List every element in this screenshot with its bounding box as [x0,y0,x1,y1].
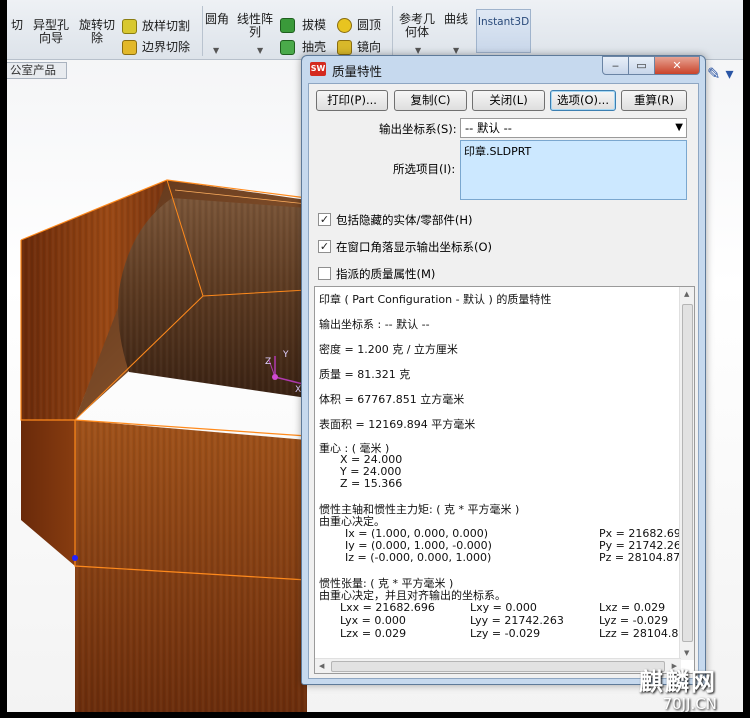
scroll-up-icon[interactable]: ▲ [684,290,689,298]
lxx-value: Lxx = 21682.696 [340,601,435,614]
draft-icon [280,18,295,33]
curves-button[interactable]: 曲线 [444,13,468,26]
shell-icon [280,40,295,55]
horizontal-scrollbar[interactable]: ◀ ▶ [315,658,681,673]
mirror-button[interactable]: 镜向 [357,41,381,54]
results-heading: 印章 ( Part Configuration - 默认 ) 的质量特性 [319,293,552,306]
loft-cut-icon [122,19,137,34]
watermark-url: 70JJ.CN [662,695,717,712]
show-coord-checkbox[interactable]: ✓ [318,240,331,253]
assigned-mass-label: 指派的质量属性(M) [336,267,436,281]
reference-geometry-button[interactable]: 参考几 何体 [399,13,435,39]
output-coord-label: 输出坐标系(S): [379,122,457,136]
close-button[interactable]: 关闭(L) [472,90,545,111]
com-z: Z = 15.366 [340,477,403,490]
lyz-value: Lyz = -0.029 [599,614,669,627]
lyx-value: Lyx = 0.000 [340,614,406,627]
copy-button[interactable]: 复制(C) [394,90,467,111]
boundary-cut-icon [122,40,137,55]
lxz-value: Lxz = 0.029 [599,601,666,614]
print-button[interactable]: 打印(P)... [316,90,388,111]
chevron-down-icon: ▼ [675,122,683,133]
scroll-left-icon[interactable]: ◀ [319,662,324,670]
cut-command[interactable]: 切 [11,19,23,32]
lzy-value: Lzy = -0.029 [470,627,541,640]
revolve-cut-button[interactable]: 旋转切 除 [79,19,115,45]
dome-icon [337,18,352,33]
curves-dropdown-icon[interactable]: ▼ [453,46,459,55]
mass-properties-results[interactable]: 印章 ( Part Configuration - 默认 ) 的质量特性 输出坐… [314,286,695,674]
linear-pattern-button[interactable]: 线性阵 列 [237,13,273,39]
fillet-dropdown-icon[interactable]: ▼ [213,46,219,55]
iz-value: Iz = (-0.000, 0.000, 1.000) [345,551,492,564]
instant3d-button[interactable]: Instant3D [476,9,531,53]
ref-geometry-dropdown-icon[interactable]: ▼ [415,46,421,55]
loft-cut-button[interactable]: 放样切割 [142,20,190,33]
corner-marker [72,555,78,561]
feature-manager-tab[interactable]: 公室产品 [7,62,67,79]
scroll-down-icon[interactable]: ▼ [684,649,689,657]
show-coord-label: 在窗口角落显示输出坐标系(O) [336,240,493,254]
solidworks-logo-icon: SW [310,62,326,76]
vertical-scrollbar[interactable]: ▲ ▼ [679,287,694,660]
pattern-dropdown-icon[interactable]: ▼ [257,46,263,55]
vertical-scroll-thumb[interactable] [682,304,693,642]
options-button[interactable]: 选项(O)... [550,90,616,111]
dome-button[interactable]: 圆顶 [357,19,381,32]
hole-wizard-button[interactable]: 异型孔 向导 [33,19,69,45]
dialog-titlebar[interactable]: SW 质量特性 ‒ ▭ ✕ [302,56,705,82]
surface-area-value: 表面积 = 12169.894 平方毫米 [319,418,476,431]
mass-properties-dialog: SW 质量特性 ‒ ▭ ✕ 打印(P)... 复制(C) 关闭(L) 选项(O)… [301,55,706,685]
recalculate-button[interactable]: 重算(R) [621,90,687,111]
selected-items-label: 所选项目(I): [393,162,456,176]
selected-items-list[interactable]: 印章.SLDPRT [460,140,687,200]
triad-y-label: Y [282,350,289,360]
include-hidden-checkbox[interactable]: ✓ [318,213,331,226]
density-value: 密度 = 1.200 克 / 立方厘米 [319,343,458,356]
boundary-cut-button[interactable]: 边界切除 [142,41,190,54]
include-hidden-label: 包括隐藏的实体/零部件(H) [336,213,473,227]
triad-z-label: Z [265,357,271,367]
selected-item[interactable]: 印章.SLDPRT [464,145,531,158]
mass-value: 质量 = 81.321 克 [319,368,411,381]
close-icon[interactable]: ✕ [654,56,700,75]
horizontal-scroll-thumb[interactable] [331,661,665,672]
solidworks-window: Y X Z 切 异型孔 向导 旋转切 除 放样切割 边界切除 圆角 ▼ 线性阵 … [7,0,743,712]
volume-value: 体积 = 67767.851 立方毫米 [319,393,465,406]
draft-button[interactable]: 拔模 [302,19,326,32]
output-coord-select[interactable]: -- 默认 -- ▼ [460,118,687,138]
results-coord: 输出坐标系 : -- 默认 -- [319,318,430,331]
mirror-icon [337,40,352,55]
minimize-icon[interactable]: ‒ [602,56,629,75]
fillet-button[interactable]: 圆角 [205,13,229,26]
lyy-value: Lyy = 21742.263 [470,614,564,627]
command-manager-ribbon: 切 异型孔 向导 旋转切 除 放样切割 边界切除 圆角 ▼ 线性阵 列 ▼ 拔模… [7,0,743,60]
lxy-value: Lxy = 0.000 [470,601,537,614]
site-watermark: 麒麟网 70JJ.CN [639,662,717,712]
dialog-client: 打印(P)... 复制(C) 关闭(L) 选项(O)... 重算(R) 输出坐标… [308,83,699,679]
maximize-icon[interactable]: ▭ [628,56,655,75]
watermark-logo: 麒麟网 [639,667,717,696]
assigned-mass-checkbox[interactable] [318,267,331,280]
view-tools-icon[interactable]: ✎ ▾ [707,64,734,83]
lzx-value: Lzx = 0.029 [340,627,407,640]
pz-value: Pz = 28104.871 [599,551,688,564]
dialog-title: 质量特性 [332,64,383,79]
shell-button[interactable]: 抽壳 [302,41,326,54]
